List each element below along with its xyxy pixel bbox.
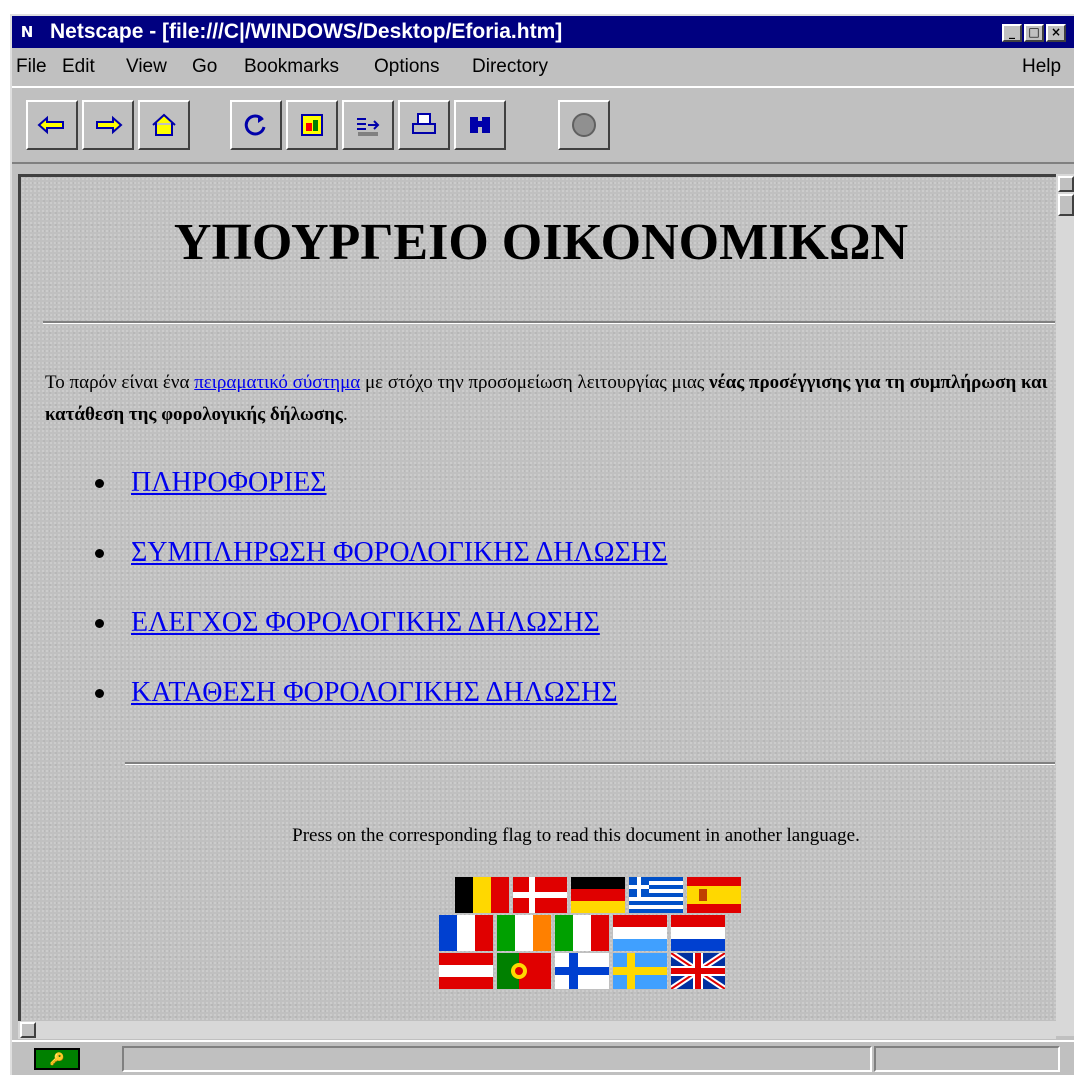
language-note: Press on the corresponding flag to read … bbox=[292, 825, 860, 846]
info-link[interactable]: ΠΛΗΡΟΦΟΡΙΕΣ bbox=[131, 467, 327, 499]
scroll-up-button[interactable] bbox=[1058, 176, 1074, 192]
menu-bar: File Edit View Go Bookmarks Options Dire… bbox=[12, 48, 1074, 84]
menu-bookmarks[interactable]: Bookmarks bbox=[244, 56, 339, 78]
minimize-button[interactable]: _ bbox=[1002, 24, 1022, 42]
denmark-flag-icon[interactable] bbox=[513, 877, 567, 913]
page-heading: ΥΠΟΥΡΓΕΙΟ ΟΙΚΟΝΟΜΙΚΩΝ bbox=[173, 214, 909, 271]
finland-flag-icon[interactable] bbox=[555, 953, 609, 989]
portugal-flag-icon[interactable] bbox=[497, 953, 551, 989]
horizontal-scrollbar[interactable] bbox=[18, 1021, 1056, 1039]
home-icon bbox=[152, 113, 176, 136]
bullet bbox=[95, 689, 104, 698]
images-button[interactable] bbox=[286, 100, 338, 150]
luxembourg-flag-icon[interactable] bbox=[613, 915, 667, 951]
menu-file[interactable]: File bbox=[16, 56, 47, 78]
print-icon bbox=[412, 113, 436, 134]
fill-tax-return-link[interactable]: ΣΥΜΠΛΗΡΩΣΗ ΦΟΡΟΛΟΓΙΚΗΣ ΔΗΛΩΣΗΣ bbox=[131, 537, 667, 569]
forward-arrow-icon bbox=[96, 115, 123, 135]
status-message-field bbox=[122, 1046, 872, 1072]
horizontal-rule bbox=[43, 321, 1055, 324]
spain-flag-icon[interactable] bbox=[687, 877, 741, 913]
stop-icon bbox=[572, 113, 596, 137]
menu-help[interactable]: Help bbox=[1022, 56, 1061, 78]
bullet bbox=[95, 549, 104, 558]
submit-tax-return-link[interactable]: ΚΑΤΑΘΕΣΗ ΦΟΡΟΛΟΓΙΚΗΣ ΔΗΛΩΣΗΣ bbox=[131, 677, 618, 709]
menu-options[interactable]: Options bbox=[374, 56, 439, 78]
bullet bbox=[95, 619, 104, 628]
intro-text: Το παρόν είναι ένα bbox=[45, 372, 195, 393]
open-button[interactable] bbox=[342, 100, 394, 150]
menu-directory[interactable]: Directory bbox=[472, 56, 548, 78]
flags-grid bbox=[439, 877, 741, 1007]
status-progress-field bbox=[874, 1046, 1060, 1072]
check-tax-return-link[interactable]: ΕΛΕΓΧΟΣ ΦΟΡΟΛΟΓΙΚΗΣ ΔΗΛΩΣΗΣ bbox=[131, 607, 600, 639]
page-content: ΥΠΟΥΡΓΕΙΟ ΟΙΚΟΝΟΜΙΚΩΝ Το παρόν είναι ένα… bbox=[18, 174, 1068, 1022]
title-bar[interactable]: N Netscape - [file:///C|/WINDOWS/Desktop… bbox=[12, 16, 1074, 48]
maximize-button[interactable]: □ bbox=[1024, 24, 1044, 42]
ireland-flag-icon[interactable] bbox=[497, 915, 551, 951]
images-icon bbox=[301, 114, 323, 136]
scroll-left-button[interactable] bbox=[20, 1022, 36, 1038]
experimental-system-link[interactable]: πειραματικό σύστημα bbox=[194, 372, 360, 393]
find-icon bbox=[470, 117, 490, 133]
intro-text-continued: με στόχο την προσομείωση λειτουργίας μια… bbox=[360, 372, 710, 393]
window-title: Netscape - [file:///C|/WINDOWS/Desktop/E… bbox=[50, 20, 563, 43]
close-button[interactable]: × bbox=[1046, 24, 1066, 42]
back-button[interactable] bbox=[26, 100, 78, 150]
austria-flag-icon[interactable] bbox=[439, 953, 493, 989]
browser-window: N Netscape - [file:///C|/WINDOWS/Desktop… bbox=[10, 14, 1074, 1075]
netscape-icon: N bbox=[20, 23, 34, 41]
find-button[interactable] bbox=[454, 100, 506, 150]
vertical-scrollbar[interactable] bbox=[1056, 174, 1074, 1036]
italy-flag-icon[interactable] bbox=[555, 915, 609, 951]
sweden-flag-icon[interactable] bbox=[613, 953, 667, 989]
uk-flag-icon[interactable] bbox=[671, 953, 725, 989]
netherlands-flag-icon[interactable] bbox=[671, 915, 725, 951]
print-button[interactable] bbox=[398, 100, 450, 150]
intro-period: . bbox=[342, 404, 348, 425]
greece-flag-icon[interactable] bbox=[629, 877, 683, 913]
intro-paragraph: Το παρόν είναι ένα πειραματικό σύστημα μ… bbox=[45, 367, 1055, 431]
security-key-icon: 🔑 bbox=[34, 1048, 80, 1070]
menu-edit[interactable]: Edit bbox=[62, 56, 95, 78]
reload-button[interactable] bbox=[230, 100, 282, 150]
belgium-flag-icon[interactable] bbox=[455, 877, 509, 913]
home-button[interactable] bbox=[138, 100, 190, 150]
stop-button[interactable] bbox=[558, 100, 610, 150]
france-flag-icon[interactable] bbox=[439, 915, 493, 951]
forward-button[interactable] bbox=[82, 100, 134, 150]
horizontal-rule bbox=[125, 762, 1055, 765]
scroll-thumb[interactable] bbox=[1058, 194, 1074, 216]
status-bar: 🔑 bbox=[12, 1040, 1074, 1075]
back-arrow-icon bbox=[37, 115, 64, 135]
menu-view[interactable]: View bbox=[126, 56, 167, 78]
toolbar-divider bbox=[12, 162, 1074, 164]
germany-flag-icon[interactable] bbox=[571, 877, 625, 913]
toolbar bbox=[12, 86, 1074, 160]
bullet bbox=[95, 479, 104, 488]
open-icon bbox=[357, 118, 380, 136]
reload-icon bbox=[244, 114, 266, 136]
menu-go[interactable]: Go bbox=[192, 56, 217, 78]
